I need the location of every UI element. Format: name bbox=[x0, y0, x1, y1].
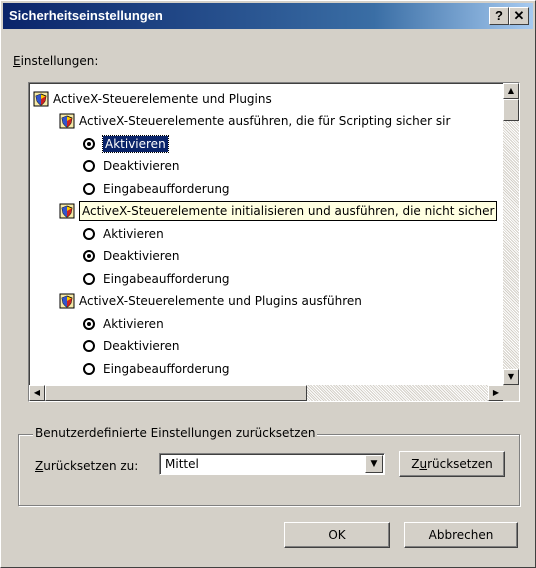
tree-item-label: Aktivieren bbox=[103, 226, 164, 241]
cancel-button[interactable]: Abbrechen bbox=[404, 522, 518, 548]
reset-level-value: Mittel bbox=[165, 457, 199, 471]
radio-checked-icon[interactable] bbox=[83, 317, 95, 330]
security-setting-icon bbox=[33, 91, 49, 106]
security-setting-icon bbox=[59, 203, 75, 219]
tree-radio-option[interactable]: Deaktivieren bbox=[83, 335, 179, 357]
reset-button-rest: rücksetzen bbox=[427, 457, 493, 471]
radio-unchecked-icon[interactable] bbox=[83, 272, 95, 285]
tree-radio-option[interactable]: Eingabeaufforderung bbox=[83, 267, 230, 289]
reset-button[interactable]: Zurücksetzen bbox=[399, 451, 505, 477]
reset-group-legend: Benutzerdefinierte Einstellungen zurücks… bbox=[33, 426, 318, 440]
vertical-scrollbar[interactable]: ▲ ▼ bbox=[503, 83, 519, 385]
scroll-right-button[interactable]: ▶ bbox=[488, 385, 504, 401]
scroll-corner bbox=[503, 385, 519, 401]
tree-item-label: Deaktivieren bbox=[103, 249, 180, 263]
tree-item-label: Eingabeaufforderung bbox=[103, 271, 230, 286]
horizontal-scroll-thumb[interactable] bbox=[45, 385, 307, 401]
vertical-scroll-thumb[interactable] bbox=[503, 99, 519, 121]
settings-tree[interactable]: ActiveX-Steuerelemente und Plugins Active… bbox=[28, 82, 520, 402]
reset-groupbox: Benutzerdefinierte Einstellungen zurücks… bbox=[18, 426, 520, 506]
tree-item-label: Aktivieren bbox=[102, 134, 169, 153]
scroll-down-button[interactable]: ▼ bbox=[503, 369, 519, 385]
tree-item-label: ActiveX-Steuerelemente und Plugins ausfü… bbox=[79, 294, 362, 308]
tree-radio-option[interactable]: Aktivieren bbox=[83, 222, 164, 244]
radio-unchecked-icon[interactable] bbox=[83, 160, 95, 172]
security-setting-icon bbox=[59, 113, 75, 129]
horizontal-scrollbar[interactable]: ◀ ▶ bbox=[29, 385, 504, 401]
scroll-up-button[interactable]: ▲ bbox=[503, 83, 519, 99]
reset-to-text: urücksetzen zu: bbox=[43, 459, 139, 473]
radio-unchecked-icon[interactable] bbox=[83, 227, 95, 240]
security-setting-icon bbox=[59, 293, 75, 309]
tree-item-label: ActiveX-Steuerelemente ausführen, die fü… bbox=[79, 114, 451, 128]
tree-radio-option[interactable]: Aktivieren bbox=[83, 132, 169, 154]
reset-to-accelerator: Z bbox=[35, 459, 44, 473]
radio-checked-icon[interactable] bbox=[83, 250, 95, 262]
reset-level-dropdown[interactable]: Mittel ▼ bbox=[159, 453, 385, 475]
tree-radio-option[interactable]: Eingabeaufforderung bbox=[83, 177, 230, 199]
window-title: Sicherheitseinstellungen bbox=[9, 8, 163, 23]
chevron-down-icon[interactable]: ▼ bbox=[365, 455, 383, 473]
radio-unchecked-icon[interactable] bbox=[83, 362, 95, 375]
help-button[interactable]: ? bbox=[489, 7, 509, 25]
tree-item-label: Deaktivieren bbox=[103, 339, 180, 353]
reset-to-label: Zurücksetzen zu: bbox=[35, 459, 138, 473]
tree-radio-option[interactable]: Aktivieren bbox=[83, 312, 164, 334]
radio-unchecked-icon[interactable] bbox=[83, 182, 95, 195]
radio-unchecked-icon[interactable] bbox=[83, 340, 95, 352]
settings-label-accelerator: E bbox=[13, 54, 21, 68]
tree-group-item[interactable]: ActiveX-Steuerelemente und Plugins bbox=[33, 87, 272, 109]
settings-tree-content: ActiveX-Steuerelemente und Plugins Active… bbox=[29, 83, 504, 385]
tree-radio-option[interactable]: Deaktivieren bbox=[83, 155, 179, 177]
tree-setting-item[interactable]: ActiveX-Steuerelemente ausführen, die fü… bbox=[59, 110, 450, 132]
title-bar[interactable]: Sicherheitseinstellungen ? ✕ bbox=[3, 3, 533, 29]
tree-item-label: Eingabeaufforderung bbox=[103, 181, 230, 196]
reset-button-accelerator: u bbox=[419, 457, 428, 471]
tree-radio-option[interactable]: Eingabeaufforderung bbox=[83, 357, 230, 379]
tree-item-label: Aktivieren bbox=[103, 316, 164, 331]
tree-item-tooltip-text: ActiveX-Steuerelemente initialisieren un… bbox=[79, 201, 498, 221]
radio-checked-icon[interactable] bbox=[83, 137, 95, 150]
settings-label: Einstellungen: bbox=[13, 54, 98, 68]
tree-setting-item[interactable]: ActiveX-Steuerelemente und Plugins ausfü… bbox=[59, 290, 362, 312]
scroll-left-button[interactable]: ◀ bbox=[29, 385, 45, 401]
close-button[interactable]: ✕ bbox=[509, 7, 529, 25]
tree-setting-item[interactable]: ActiveX-Steuerelemente initialisieren un… bbox=[59, 200, 498, 222]
tree-item-label: Deaktivieren bbox=[103, 159, 180, 173]
tree-item-label: ActiveX-Steuerelemente und Plugins bbox=[53, 91, 272, 106]
tree-item-label: Eingabeaufforderung bbox=[103, 361, 230, 376]
ok-button[interactable]: OK bbox=[284, 522, 390, 548]
settings-label-text: instellungen: bbox=[20, 54, 99, 68]
tree-radio-option[interactable]: Deaktivieren bbox=[83, 245, 179, 267]
